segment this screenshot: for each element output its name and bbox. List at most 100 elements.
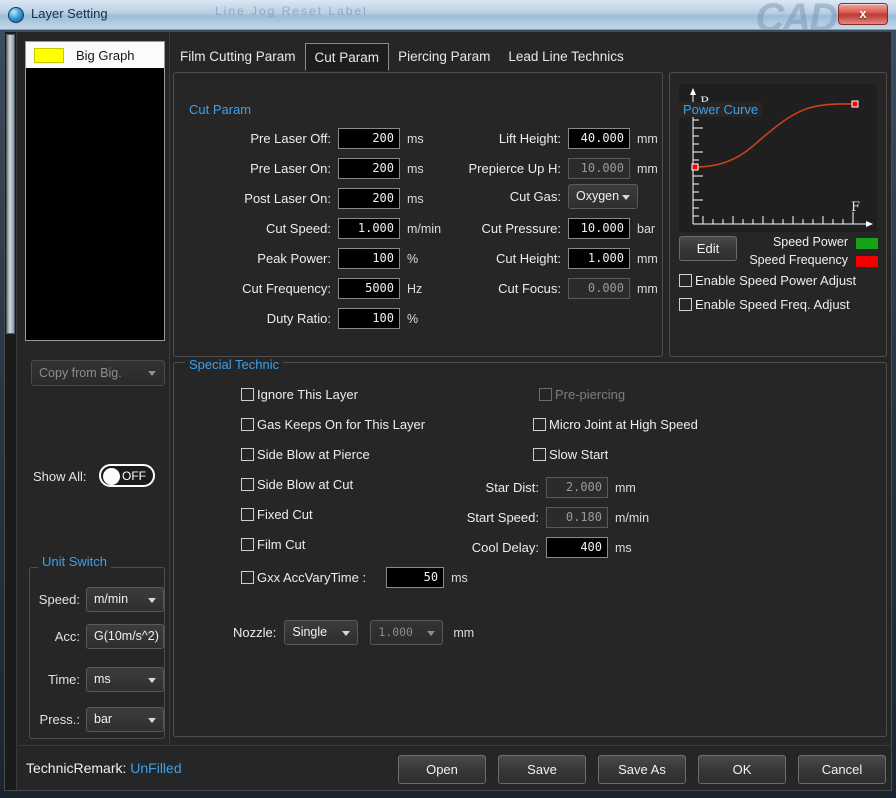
cut-height-input[interactable]: 1.000	[568, 248, 630, 269]
edit-button[interactable]: Edit	[679, 236, 737, 261]
cut-pressure-input[interactable]: 10.000	[568, 218, 630, 239]
ok-button[interactable]: OK	[698, 755, 786, 784]
field-peak-power: Peak Power: 100 %	[201, 248, 418, 269]
close-icon[interactable]: x	[838, 3, 888, 25]
scrollbar-thumb[interactable]	[6, 34, 15, 334]
nozzle-type-dropdown[interactable]: Single	[284, 620, 359, 645]
toggle-state-label: OFF	[122, 469, 146, 483]
field-unit: %	[407, 311, 419, 326]
legend-speed-frequency-label: Speed Frequency	[749, 253, 848, 267]
list-item[interactable]: Big Graph	[26, 42, 164, 68]
field-label: Lift Height:	[498, 131, 561, 146]
tab-lead-line-technics[interactable]: Lead Line Technics	[499, 43, 632, 71]
save-button[interactable]: Save	[498, 755, 586, 784]
save-as-button[interactable]: Save As	[598, 755, 686, 784]
tab-cut-param[interactable]: Cut Param	[304, 43, 390, 71]
checkbox-box[interactable]	[241, 448, 254, 461]
unit-speed-label: Speed:	[38, 592, 80, 607]
checkbox-film-cut[interactable]: Film Cut	[241, 537, 305, 552]
cut-frequency-input[interactable]: 5000	[338, 278, 400, 299]
duty-ratio-input[interactable]: 100	[338, 308, 400, 329]
field-label: Star Dist:	[485, 480, 539, 495]
tab-bar: Film Cutting Param Cut Param Piercing Pa…	[171, 43, 633, 71]
field-unit: mm	[637, 251, 658, 266]
chevron-down-icon	[148, 371, 156, 376]
start-speed-input[interactable]: 0.180	[546, 507, 608, 528]
cut-speed-input[interactable]: 1.000	[338, 218, 400, 239]
nozzle-size-dropdown[interactable]: 1.000	[370, 620, 444, 645]
lift-height-input[interactable]: 40.000	[568, 128, 630, 149]
field-pre-laser-on: Pre Laser On: 200 ms	[201, 158, 424, 179]
field-unit: m/min	[615, 510, 650, 525]
post-laser-on-input[interactable]: 200	[338, 188, 400, 209]
unit-time-value: ms	[94, 672, 111, 686]
checkbox-box[interactable]	[679, 274, 692, 287]
field-label: Prepierce Up H:	[468, 161, 561, 176]
unit-time-dropdown[interactable]: ms	[86, 667, 164, 692]
tab-film-cutting-param[interactable]: Film Cutting Param	[171, 43, 305, 71]
unit-row-time: Time: ms	[29, 667, 164, 692]
show-all-label: Show All:	[33, 469, 87, 484]
field-label: Pre Laser On:	[250, 161, 331, 176]
checkbox-gxx-accvarytime[interactable]: Gxx AccVaryTime : 50 ms	[241, 567, 468, 588]
field-label: Pre Laser Off:	[250, 131, 331, 146]
field-label: Start Speed:	[466, 510, 539, 525]
unit-acc-dropdown[interactable]: G(10m/s^2)	[86, 624, 164, 649]
checkbox-pre-piercing[interactable]: Pre-piercing	[539, 387, 625, 402]
chevron-down-icon	[622, 195, 630, 200]
unit-row-press: Press.: bar	[29, 707, 164, 732]
tab-piercing-param[interactable]: Piercing Param	[389, 43, 499, 71]
cut-gas-dropdown[interactable]: Oxygen	[568, 184, 638, 209]
checkbox-box[interactable]	[241, 478, 254, 491]
prepierce-up-h-input[interactable]: 10.000	[568, 158, 630, 179]
unit-row-acc: Acc: G(10m/s^2)	[29, 624, 164, 649]
unit-speed-dropdown[interactable]: m/min	[86, 587, 164, 612]
layer-color-swatch[interactable]	[34, 47, 64, 63]
window-scrollbar[interactable]	[5, 32, 17, 790]
window-body: Big Graph Copy from Big. Show All: OFF U…	[4, 31, 892, 791]
checkbox-box[interactable]	[679, 298, 692, 311]
checkbox-enable-speed-freq-adjust[interactable]: Enable Speed Freq. Adjust	[679, 297, 850, 312]
checkbox-enable-speed-power-adjust[interactable]: Enable Speed Power Adjust	[679, 273, 856, 288]
unit-press-dropdown[interactable]: bar	[86, 707, 164, 732]
checkbox-box[interactable]	[241, 571, 254, 584]
checkbox-box[interactable]	[539, 388, 552, 401]
checkbox-ignore-this-layer[interactable]: Ignore This Layer	[241, 387, 358, 402]
chevron-down-icon	[148, 678, 156, 683]
cool-delay-input[interactable]: 400	[546, 537, 608, 558]
checkbox-side-blow-at-cut[interactable]: Side Blow at Cut	[241, 477, 353, 492]
unit-acc-label: Acc:	[54, 629, 80, 644]
pre-laser-on-input[interactable]: 200	[338, 158, 400, 179]
gxx-accvarytime-input[interactable]: 50	[386, 567, 445, 588]
field-unit: ms	[407, 191, 424, 206]
star-dist-input[interactable]: 2.000	[546, 477, 608, 498]
open-button[interactable]: Open	[398, 755, 486, 784]
checkbox-side-blow-at-pierce[interactable]: Side Blow at Pierce	[241, 447, 370, 462]
cancel-button[interactable]: Cancel	[798, 755, 886, 784]
checkbox-box[interactable]	[533, 418, 546, 431]
layer-list[interactable]: Big Graph	[25, 41, 165, 341]
checkbox-label: Slow Start	[549, 447, 609, 462]
checkbox-box[interactable]	[241, 538, 254, 551]
checkbox-box[interactable]	[241, 418, 254, 431]
main-panel: Film Cutting Param Cut Param Piercing Pa…	[171, 32, 891, 744]
checkbox-fixed-cut[interactable]: Fixed Cut	[241, 507, 313, 522]
field-unit: %	[407, 251, 419, 266]
field-unit: ms	[451, 570, 468, 585]
cut-focus-input[interactable]: 0.000	[568, 278, 630, 299]
checkbox-box[interactable]	[533, 448, 546, 461]
checkbox-gas-keeps-on[interactable]: Gas Keeps On for This Layer	[241, 417, 425, 432]
pre-laser-off-input[interactable]: 200	[338, 128, 400, 149]
show-all-toggle[interactable]: OFF	[99, 464, 155, 487]
copy-from-value: Copy from Big.	[39, 366, 122, 380]
checkbox-slow-start[interactable]: Slow Start	[533, 447, 608, 462]
legend-speed-power-chip	[856, 238, 878, 249]
field-pre-laser-off: Pre Laser Off: 200 ms	[201, 128, 424, 149]
background-ghost-text: Line Jog Reset Label	[215, 4, 368, 18]
checkbox-box[interactable]	[241, 388, 254, 401]
checkbox-micro-joint-at-high-speed[interactable]: Micro Joint at High Speed	[533, 417, 698, 432]
checkbox-box[interactable]	[241, 508, 254, 521]
peak-power-input[interactable]: 100	[338, 248, 400, 269]
copy-from-dropdown[interactable]: Copy from Big.	[31, 360, 165, 386]
field-unit: ms	[407, 161, 424, 176]
